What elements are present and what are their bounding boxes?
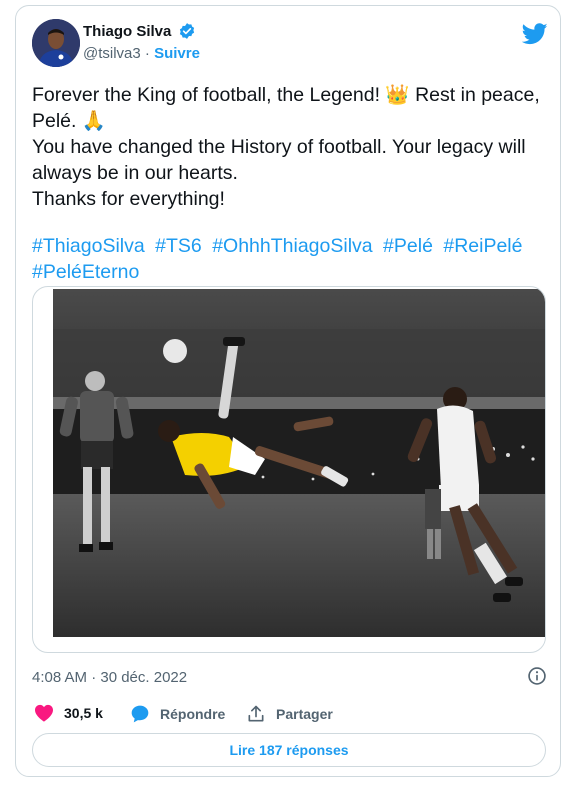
tweet-text: Forever the King of football, the Legend… [32,84,540,210]
verified-badge-icon [179,23,195,39]
twitter-bird-icon[interactable] [522,23,548,45]
hashtag-link[interactable]: #ReiPelé [443,235,522,257]
follow-button[interactable]: Suivre [154,45,200,62]
tweet-photo [53,289,545,637]
tweet-card: Thiago Silva @tsilva3 · Suivre Forever t… [15,5,561,777]
read-replies-button[interactable]: Lire 187 réponses [32,733,546,767]
author-handle-row: @tsilva3 · Suivre [83,45,200,62]
avatar-image [32,19,80,67]
heart-icon [35,704,53,722]
author-handle[interactable]: @tsilva3 [83,45,141,62]
info-icon[interactable] [527,666,547,686]
reply-label: Répondre [160,706,226,722]
hashtag-link[interactable]: #ThiagoSilva [32,235,145,257]
hashtag-list: #ThiagoSilva #TS6 #OhhhThiagoSilva #Pelé… [32,233,552,285]
author-name[interactable]: Thiago Silva [83,23,171,40]
avatar[interactable] [32,19,80,67]
hashtag-link[interactable]: #TS6 [155,235,202,257]
handle-separator: · [144,45,150,62]
tweet-media[interactable] [32,286,546,653]
like-button[interactable]: 30,5 k [34,704,103,722]
like-count: 30,5 k [64,705,103,721]
hashtag-link[interactable]: #PeléEterno [32,261,139,283]
reply-bubble-icon [131,705,149,723]
hashtag-link[interactable]: #OhhhThiagoSilva [212,235,372,257]
share-label: Partager [276,706,333,722]
hashtag-link[interactable]: #Pelé [383,235,433,257]
reply-button[interactable]: Répondre [130,704,225,724]
share-button[interactable]: Partager [246,704,333,724]
tweet-timestamp[interactable]: 4:08 AM · 30 déc. 2022 [32,669,187,686]
share-icon [248,705,264,722]
